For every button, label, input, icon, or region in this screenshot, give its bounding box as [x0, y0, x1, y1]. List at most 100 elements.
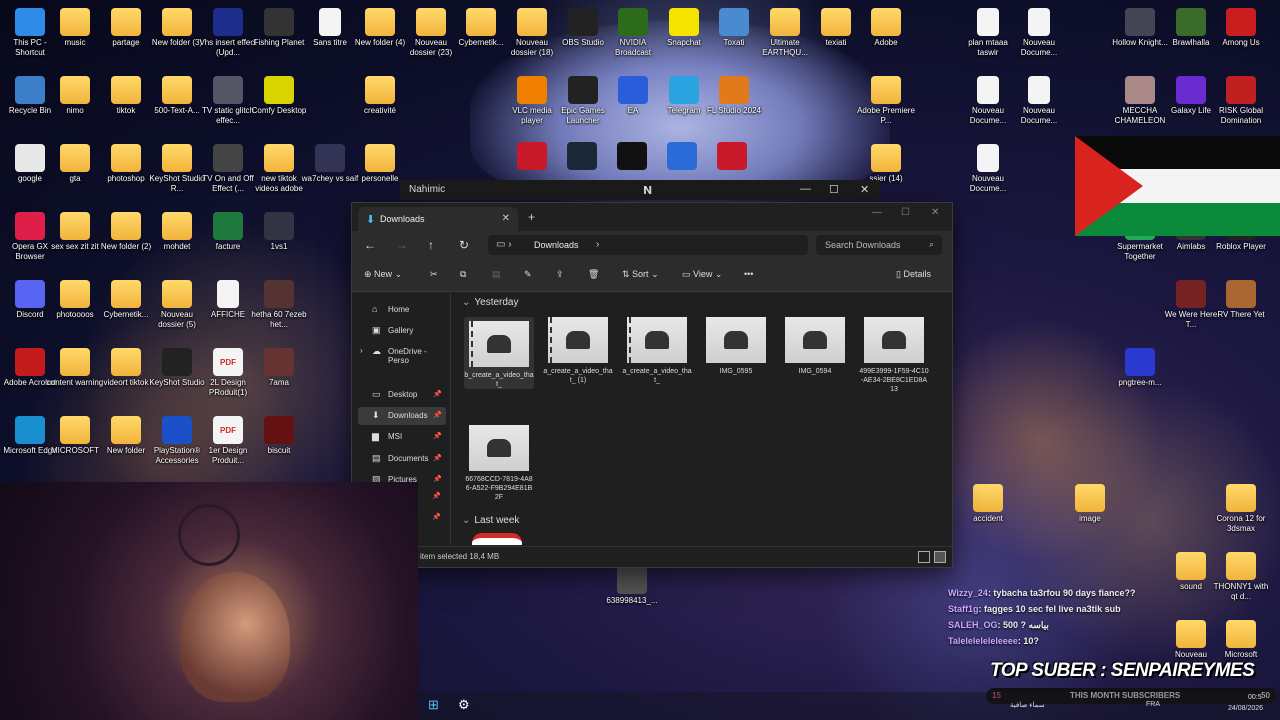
app-icon	[15, 416, 45, 444]
desktop-icon[interactable]: 7ama	[249, 348, 309, 388]
group-header-yesterday[interactable]: ⌄ Yesterday	[462, 297, 519, 308]
details-button[interactable]: ▯ Details	[896, 269, 931, 280]
copy-icon[interactable]: ⧉	[460, 269, 466, 280]
desktop-icon-label: RISK Global Domination	[1218, 106, 1264, 125]
desktop-icon[interactable]: Nouveau Docume...	[958, 144, 1018, 194]
chat-message: Wizzy_24: tybacha ta3rfou 90 days fiance…	[948, 588, 1278, 604]
sidebar-item-label: Documents	[388, 454, 429, 463]
sidebar-item-downloads[interactable]: ⬇ Downloads 📌	[358, 407, 446, 425]
sidebar-item-msi[interactable]: ▆ MSI 📌	[358, 428, 446, 446]
breadcrumb[interactable]: ▭ › Downloads ›	[488, 235, 808, 255]
desktop-icon[interactable]: RISK Global Domination	[1211, 76, 1271, 126]
details-view-icon[interactable]	[918, 551, 930, 563]
desktop-icon-label: Comfy Desktop	[251, 106, 307, 115]
sidebar-item-gallery[interactable]: ▣ Gallery	[358, 322, 446, 340]
close-icon[interactable]: ✕	[931, 207, 939, 218]
desktop-icon-label: Nouveau Docume...	[1020, 38, 1058, 57]
file-item[interactable]: a_create_a_video_that_ (1)	[543, 317, 613, 385]
file-item-partial[interactable]	[472, 533, 522, 545]
desktop-icon[interactable]: image	[1060, 484, 1120, 524]
file-item[interactable]: 499E3999-1F59-4C10-AE34-2BE8C1ED8A13	[859, 317, 929, 394]
desktop-icon-label: 7ama	[268, 378, 289, 387]
desktop-icon[interactable]: Nouveau Docume...	[1009, 8, 1069, 58]
paste-icon[interactable]: ▤	[492, 269, 501, 280]
chevron-right-icon[interactable]: ›	[596, 239, 599, 250]
document-icon	[1028, 76, 1050, 104]
large-icons-view-icon[interactable]	[934, 551, 946, 563]
breadcrumb-downloads[interactable]: Downloads	[534, 240, 579, 250]
minimize-icon[interactable]: —	[800, 183, 811, 195]
sidebar-item-documents[interactable]: ▤ Documents 📌	[358, 450, 446, 468]
app-icon	[669, 76, 699, 104]
chevron-right-icon[interactable]: ›	[360, 346, 363, 355]
nahimic-window-bar[interactable]: Nahimic ɴ — ☐ ✕	[400, 180, 880, 200]
desktop-icon[interactable]: 638998413_...	[602, 566, 662, 606]
desktop-icon[interactable]: personelle	[350, 144, 410, 184]
chat-message: Taleleleleleleeee: 10?	[948, 636, 1278, 652]
view-button[interactable]: ▭ View ⌄	[682, 269, 722, 280]
desktop-icon[interactable]: pngtree-m...	[1110, 348, 1170, 388]
desktop-icon-label: Roblox Player	[1216, 242, 1266, 251]
sort-button[interactable]: ⇅ Sort ⌄	[622, 269, 659, 280]
delete-icon[interactable]: 🗑	[588, 269, 599, 280]
desktop-icon[interactable]: creativité	[350, 76, 410, 116]
start-icon[interactable]: ⊞	[428, 697, 439, 713]
desktop-icon[interactable]: Comfy Desktop	[249, 76, 309, 116]
rename-icon[interactable]: ✎	[524, 269, 532, 280]
download-icon: ⬇	[366, 214, 376, 226]
desktop-app-icon[interactable]	[702, 142, 762, 172]
group-header-last-week[interactable]: ⌄ Last week	[462, 515, 519, 526]
desktop-icon[interactable]: Adobe Premiere P...	[856, 76, 916, 126]
clock-time[interactable]: 00:5	[1248, 694, 1262, 701]
search-input[interactable]: Search Downloads ⌕	[816, 235, 942, 255]
folder-icon	[871, 76, 901, 104]
desktop-icon[interactable]: Among Us	[1211, 8, 1271, 48]
folder-icon	[365, 76, 395, 104]
sidebar-item-home[interactable]: ⌂ Home	[358, 301, 446, 319]
sidebar-item-icon: ⌂	[372, 304, 378, 314]
close-icon[interactable]: ✕	[860, 183, 869, 196]
clock-date[interactable]: 24/08/2026	[1228, 705, 1263, 712]
desktop-icon[interactable]: Corona 12 for 3dsmax	[1211, 484, 1271, 534]
more-options-icon[interactable]: •••	[744, 269, 753, 279]
steam-icon[interactable]: ⚙	[458, 697, 470, 713]
file-name: a_create_a_video_that_ (1)	[543, 368, 613, 384]
file-item[interactable]: a_create_a_video_that_	[622, 317, 692, 385]
up-icon[interactable]: ↑	[428, 238, 434, 252]
tab-downloads[interactable]: ⬇ Downloads ✕	[358, 207, 518, 231]
desktop-icon[interactable]: biscuit	[249, 416, 309, 456]
app-icon	[15, 8, 45, 36]
close-tab-icon[interactable]: ✕	[502, 213, 510, 224]
file-item[interactable]: 66768CCD-7819-4A86-A522-F9B294E81B2F	[464, 425, 534, 502]
cut-icon[interactable]: ✂	[430, 269, 438, 280]
file-item[interactable]: b_create_a_video_that_	[464, 317, 534, 389]
maximize-icon[interactable]: ☐	[901, 207, 910, 218]
desktop-icon[interactable]: hetha 60 7ezeb het...	[249, 280, 309, 330]
maximize-icon[interactable]: ☐	[829, 183, 839, 196]
desktop-icon[interactable]: ssier (14)	[856, 144, 916, 184]
back-icon[interactable]: ←	[364, 238, 376, 252]
share-icon[interactable]: ⇪	[556, 269, 564, 280]
language-indicator[interactable]: FRA	[1146, 701, 1160, 708]
file-name: a_create_a_video_that_	[622, 368, 692, 384]
app-icon	[1226, 76, 1256, 104]
desktop-icon[interactable]: 1vs1	[249, 212, 309, 252]
desktop-icon[interactable]: accident	[958, 484, 1018, 524]
desktop-icon[interactable]: Adobe	[856, 8, 916, 48]
sidebar-item-icon: ▣	[372, 325, 381, 335]
new-tab-icon[interactable]: +	[528, 210, 535, 224]
new-button[interactable]: ⊕ New ⌄	[364, 269, 402, 280]
sidebar-item-onedrive-perso[interactable]: › ☁ OneDrive - Perso	[358, 343, 446, 365]
desktop-icon-label: image	[1079, 514, 1101, 523]
sidebar-item-desktop[interactable]: ▭ Desktop 📌	[358, 386, 446, 404]
app-icon	[517, 142, 547, 170]
forward-icon[interactable]: →	[396, 238, 408, 252]
refresh-icon[interactable]: ↻	[459, 238, 469, 252]
desktop-icon[interactable]: RV There Yet	[1211, 280, 1271, 320]
file-item[interactable]: IMG_0595	[701, 317, 771, 376]
desktop-icon[interactable]: FL Studio 2024	[704, 76, 764, 116]
file-item[interactable]: IMG_0594	[780, 317, 850, 376]
minimize-icon[interactable]: —	[872, 207, 882, 218]
desktop-icon-label: hetha 60 7ezeb het...	[251, 310, 307, 329]
desktop-icon[interactable]: Nouveau Docume...	[1009, 76, 1069, 126]
